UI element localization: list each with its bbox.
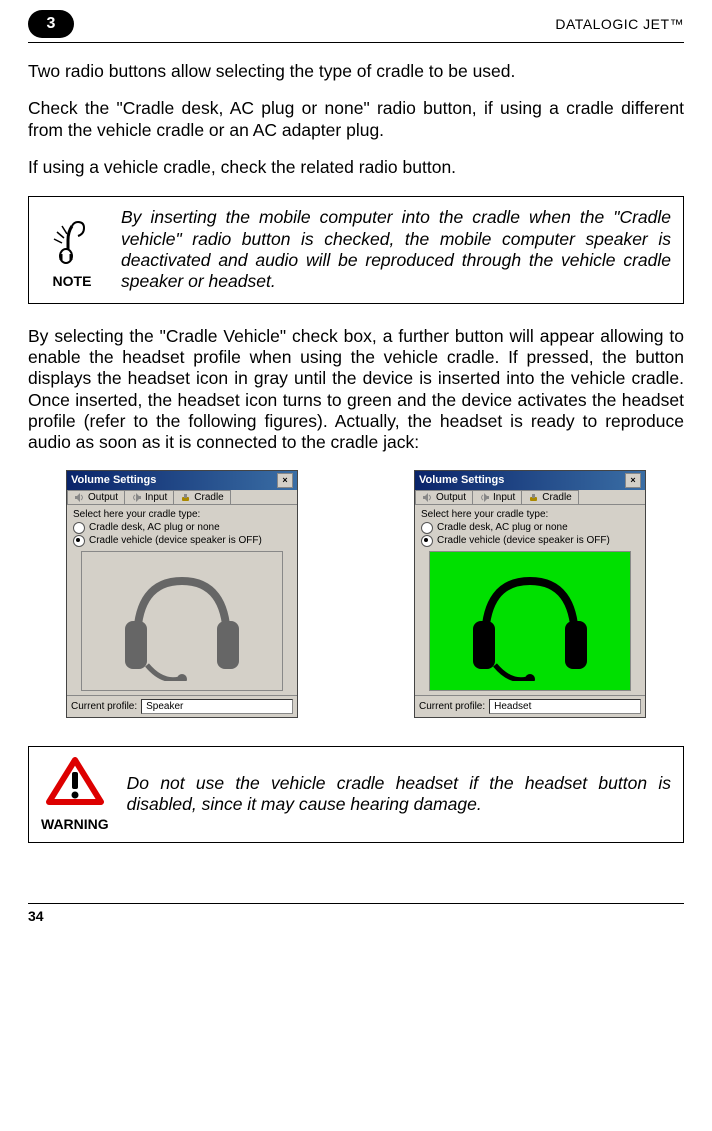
close-icon[interactable]: × xyxy=(625,473,641,488)
speaker-out-icon xyxy=(422,492,433,503)
note-icon xyxy=(48,212,96,269)
current-profile-label: Current profile: xyxy=(419,701,485,712)
warning-label: WARNING xyxy=(41,816,109,832)
current-profile-value: Headset xyxy=(489,699,641,714)
chapter-badge: 3 xyxy=(28,10,74,38)
headset-button-disabled[interactable] xyxy=(81,551,283,691)
current-profile-value: Speaker xyxy=(141,699,293,714)
page-number: 34 xyxy=(28,908,684,924)
note-text: By inserting the mobile computer into th… xyxy=(121,207,671,292)
tab-output-label: Output xyxy=(436,492,466,503)
headset-icon xyxy=(107,561,257,681)
tab-input[interactable]: Input xyxy=(472,490,522,504)
tab-output[interactable]: Output xyxy=(415,490,473,504)
tab-input-label: Input xyxy=(145,492,167,503)
radio-cradle-desk-label: Cradle desk, AC plug or none xyxy=(437,522,568,533)
volume-settings-dialog-left: Volume Settings × Output Input xyxy=(66,470,298,718)
dialog-title: Volume Settings xyxy=(419,474,504,486)
paragraph-4: By selecting the "Cradle Vehicle" check … xyxy=(28,326,684,454)
headset-button-enabled[interactable] xyxy=(429,551,631,691)
radio-cradle-vehicle[interactable]: Cradle vehicle (device speaker is OFF) xyxy=(73,535,291,547)
screenshots-row: Volume Settings × Output Input xyxy=(28,470,684,718)
warning-box: WARNING Do not use the vehicle cradle he… xyxy=(28,746,684,843)
tab-cradle-label: Cradle xyxy=(542,492,571,503)
cradle-icon xyxy=(180,492,191,503)
tab-cradle[interactable]: Cradle xyxy=(521,490,578,504)
radio-cradle-desk[interactable]: Cradle desk, AC plug or none xyxy=(73,522,291,534)
dialog-title: Volume Settings xyxy=(71,474,156,486)
radio-icon xyxy=(421,535,433,547)
warning-text: Do not use the vehicle cradle headset if… xyxy=(127,773,671,816)
header-title: DATALOGIC JET™ xyxy=(555,16,684,32)
note-label: NOTE xyxy=(53,273,92,289)
speaker-in-icon xyxy=(131,492,142,503)
note-box: NOTE By inserting the mobile computer in… xyxy=(28,196,684,303)
radio-icon xyxy=(73,535,85,547)
radio-icon xyxy=(421,522,433,534)
tab-input[interactable]: Input xyxy=(124,490,174,504)
warning-icon xyxy=(46,757,104,812)
radio-cradle-desk-label: Cradle desk, AC plug or none xyxy=(89,522,220,533)
tab-output[interactable]: Output xyxy=(67,490,125,504)
speaker-in-icon xyxy=(479,492,490,503)
radio-cradle-desk[interactable]: Cradle desk, AC plug or none xyxy=(421,522,639,534)
radio-icon xyxy=(73,522,85,534)
select-cradle-label: Select here your cradle type: xyxy=(73,509,291,520)
close-icon[interactable]: × xyxy=(277,473,293,488)
tab-cradle-label: Cradle xyxy=(194,492,223,503)
paragraph-2: Check the "Cradle desk, AC plug or none"… xyxy=(28,98,684,141)
radio-cradle-vehicle-label: Cradle vehicle (device speaker is OFF) xyxy=(89,535,262,546)
headset-icon xyxy=(455,561,605,681)
tab-output-label: Output xyxy=(88,492,118,503)
radio-cradle-vehicle-label: Cradle vehicle (device speaker is OFF) xyxy=(437,535,610,546)
volume-settings-dialog-right: Volume Settings × Output Input xyxy=(414,470,646,718)
select-cradle-label: Select here your cradle type: xyxy=(421,509,639,520)
paragraph-3: If using a vehicle cradle, check the rel… xyxy=(28,157,684,178)
header-rule xyxy=(28,42,684,43)
paragraph-1: Two radio buttons allow selecting the ty… xyxy=(28,61,684,82)
current-profile-label: Current profile: xyxy=(71,701,137,712)
tab-cradle[interactable]: Cradle xyxy=(173,490,230,504)
footer-rule xyxy=(28,903,684,904)
speaker-out-icon xyxy=(74,492,85,503)
cradle-icon xyxy=(528,492,539,503)
tab-input-label: Input xyxy=(493,492,515,503)
radio-cradle-vehicle[interactable]: Cradle vehicle (device speaker is OFF) xyxy=(421,535,639,547)
